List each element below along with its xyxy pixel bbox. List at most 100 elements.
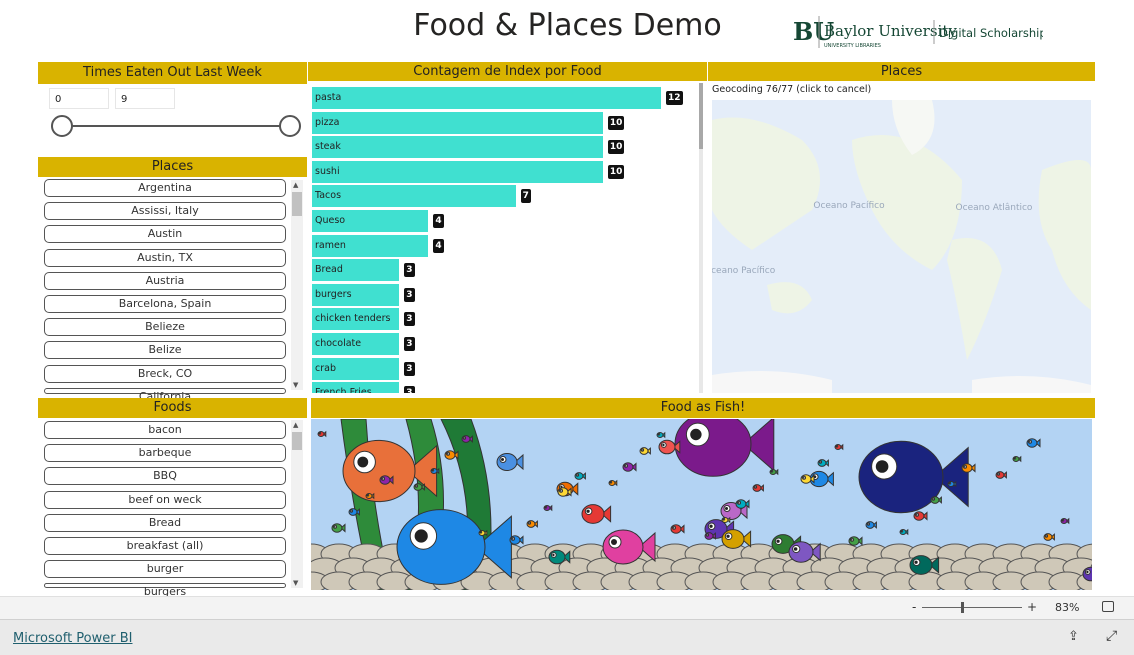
scroll-up-icon[interactable]: ▲ bbox=[293, 421, 298, 429]
geocoding-status[interactable]: Geocoding 76/77 (click to cancel) bbox=[712, 84, 871, 95]
bar[interactable]: chicken tenders bbox=[312, 308, 400, 331]
scroll-down-icon[interactable]: ▼ bbox=[293, 381, 298, 389]
fish bbox=[961, 463, 976, 473]
fish bbox=[608, 479, 618, 487]
list-item[interactable]: Assissi, Italy bbox=[44, 202, 286, 221]
fit-to-page-icon[interactable] bbox=[1102, 601, 1114, 612]
data-label: 4 bbox=[433, 238, 444, 253]
bar-chart-header: Contagem de Index por Food bbox=[308, 62, 707, 81]
list-item[interactable]: barbeque bbox=[44, 444, 286, 463]
fish-aquarium bbox=[311, 419, 1092, 590]
data-label: 3 bbox=[404, 312, 415, 327]
fish-header: Food as Fish! bbox=[311, 398, 1095, 418]
zoom-slider-handle[interactable] bbox=[961, 602, 964, 613]
list-item[interactable]: bacon bbox=[44, 421, 286, 439]
list-item[interactable]: Barcelona, Spain bbox=[44, 295, 286, 313]
max-input[interactable]: 9 bbox=[115, 88, 175, 109]
bar[interactable]: crab bbox=[312, 357, 400, 380]
fish bbox=[331, 523, 346, 533]
page-title: Food & Places Demo bbox=[413, 8, 722, 43]
bar[interactable]: sushi bbox=[312, 160, 603, 183]
fish bbox=[817, 459, 829, 467]
foods-slicer-header: Foods bbox=[38, 398, 307, 418]
bar-chart: pasta 12 pizza 10 steak 10 sushi 10 Tacos 7 Queso 4… bbox=[308, 81, 707, 393]
power-bi-link[interactable]: Microsoft Power BI bbox=[13, 631, 132, 646]
fish bbox=[581, 504, 612, 524]
slider-min-handle[interactable] bbox=[51, 115, 73, 137]
zoom-level: 83% bbox=[1055, 601, 1080, 614]
bar[interactable]: steak bbox=[312, 136, 603, 159]
bar[interactable]: Bread bbox=[312, 259, 400, 282]
zoom-in-button[interactable]: + bbox=[1027, 600, 1037, 614]
scroll-up-icon[interactable]: ▲ bbox=[293, 181, 298, 189]
data-label: 10 bbox=[607, 140, 625, 155]
chart-scrollbar[interactable] bbox=[699, 83, 703, 393]
bar[interactable]: pizza bbox=[312, 111, 603, 134]
fish bbox=[670, 524, 685, 534]
list-item[interactable]: Belize bbox=[44, 341, 286, 360]
places-scrollbar[interactable]: ▲ ▼ bbox=[291, 180, 303, 390]
fullscreen-icon[interactable]: ⤢ bbox=[1106, 628, 1117, 644]
bar[interactable]: French Fries bbox=[312, 382, 400, 393]
fish bbox=[1012, 455, 1022, 463]
list-item[interactable]: BBQ bbox=[44, 467, 286, 486]
list-item[interactable]: beef on weck bbox=[44, 490, 286, 509]
svg-text:Oceano Atlântico: Oceano Atlântico bbox=[956, 203, 1033, 213]
bar[interactable]: chocolate bbox=[312, 333, 400, 355]
fish bbox=[574, 472, 586, 480]
list-item[interactable]: Belieze bbox=[44, 318, 286, 337]
data-label: 10 bbox=[607, 115, 625, 130]
fish bbox=[930, 496, 942, 504]
fish bbox=[496, 453, 524, 471]
slider-max-handle[interactable] bbox=[279, 115, 301, 137]
scroll-thumb[interactable] bbox=[292, 192, 302, 216]
bar[interactable]: ramen bbox=[312, 234, 429, 257]
svg-text:Digital Scholarship: Digital Scholarship bbox=[939, 26, 1043, 40]
scroll-down-icon[interactable]: ▼ bbox=[293, 579, 298, 587]
footer bbox=[0, 619, 1134, 655]
list-item[interactable]: Austin, TX bbox=[44, 248, 286, 267]
list-item[interactable]: burger bbox=[44, 560, 286, 579]
foods-scrollbar[interactable]: ▲ ▼ bbox=[291, 420, 303, 588]
bar[interactable]: burgers bbox=[312, 283, 400, 306]
zoom-out-button[interactable]: - bbox=[912, 600, 916, 614]
fish bbox=[913, 511, 928, 521]
bar[interactable]: Queso bbox=[312, 210, 429, 232]
bar[interactable]: Tacos bbox=[312, 185, 516, 208]
fish bbox=[721, 529, 752, 549]
fish bbox=[848, 536, 863, 546]
fish bbox=[1060, 517, 1070, 525]
fish bbox=[1026, 438, 1041, 448]
fish bbox=[865, 521, 877, 529]
fish bbox=[674, 419, 775, 477]
share-icon[interactable]: ⇪ bbox=[1068, 629, 1079, 644]
fish bbox=[622, 462, 637, 472]
list-item[interactable]: burgers bbox=[44, 583, 286, 598]
fish bbox=[1043, 533, 1055, 541]
data-label: 4 bbox=[433, 214, 444, 228]
list-item[interactable]: Austria bbox=[44, 271, 286, 290]
list-item[interactable]: Bread bbox=[44, 513, 286, 532]
list-item[interactable]: California bbox=[44, 387, 286, 403]
zoom-slider[interactable] bbox=[922, 607, 1022, 608]
map-header: Places bbox=[708, 62, 1095, 81]
list-item[interactable]: Breck, CO bbox=[44, 364, 286, 383]
times-slicer-header: Times Eaten Out Last Week bbox=[38, 62, 307, 84]
bar[interactable]: pasta bbox=[312, 87, 661, 109]
scroll-thumb[interactable] bbox=[292, 432, 302, 450]
fish bbox=[509, 535, 524, 545]
fish bbox=[995, 471, 1007, 479]
list-item[interactable]: breakfast (all) bbox=[44, 537, 286, 555]
min-input[interactable]: 0 bbox=[49, 88, 109, 109]
data-label: 3 bbox=[404, 287, 415, 302]
baylor-logo: BU Baylor University UNIVERSITY LIBRARIE… bbox=[793, 14, 1047, 50]
svg-text:Oceano Pacífico: Oceano Pacífico bbox=[813, 201, 885, 211]
map[interactable]: Oceano Pacífico Oceano Atlântico Oceano … bbox=[712, 100, 1091, 393]
places-slicer-header: Places bbox=[38, 157, 307, 177]
list-item[interactable]: Argentina bbox=[44, 179, 286, 197]
fish bbox=[769, 468, 779, 476]
list-item[interactable]: Austin bbox=[44, 225, 286, 244]
fish bbox=[899, 528, 909, 536]
range-slider-track[interactable] bbox=[60, 125, 290, 127]
data-label: 3 bbox=[404, 361, 415, 376]
